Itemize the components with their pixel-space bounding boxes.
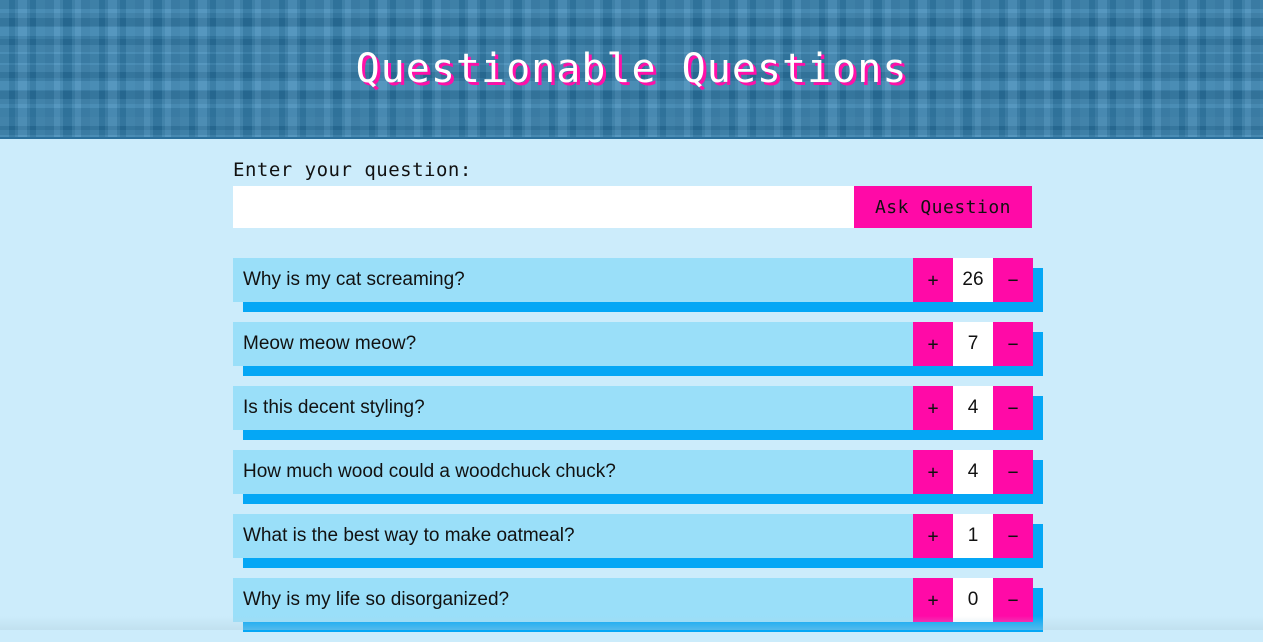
question-item: Is this decent styling? + 4 −: [233, 386, 1033, 430]
upvote-button[interactable]: +: [913, 514, 953, 558]
question-item: How much wood could a woodchuck chuck? +…: [233, 450, 1033, 494]
question-text: How much wood could a woodchuck chuck?: [243, 461, 616, 482]
question-item: What is the best way to make oatmeal? + …: [233, 514, 1033, 558]
question-input-label: Enter your question:: [233, 159, 472, 181]
vote-count: 4: [953, 450, 993, 494]
vote-count: 7: [953, 322, 993, 366]
question-list: Why is my cat screaming? + 26 − Meow meo…: [233, 258, 1043, 642]
vote-count: 4: [953, 386, 993, 430]
vote-controls: + 1 −: [913, 514, 1033, 558]
question-item: Why is my cat screaming? + 26 −: [233, 258, 1033, 302]
site-header: Questionable Questions: [0, 0, 1263, 139]
downvote-button[interactable]: −: [993, 578, 1033, 622]
downvote-button[interactable]: −: [993, 386, 1033, 430]
ask-question-button[interactable]: Ask Question: [854, 186, 1032, 228]
vote-controls: + 4 −: [913, 386, 1033, 430]
question-text: Meow meow meow?: [243, 333, 417, 354]
vote-count: 1: [953, 514, 993, 558]
question-item: Why is my life so disorganized? + 0 −: [233, 578, 1033, 622]
vote-controls: + 26 −: [913, 258, 1033, 302]
downvote-button[interactable]: −: [993, 450, 1033, 494]
question-input[interactable]: [233, 186, 854, 228]
vote-controls: + 4 −: [913, 450, 1033, 494]
downvote-button[interactable]: −: [993, 514, 1033, 558]
vote-count: 0: [953, 578, 993, 622]
question-text: What is the best way to make oatmeal?: [243, 525, 575, 546]
downvote-button[interactable]: −: [993, 322, 1033, 366]
upvote-button[interactable]: +: [913, 258, 953, 302]
vote-controls: + 7 −: [913, 322, 1033, 366]
upvote-button[interactable]: +: [913, 322, 953, 366]
upvote-button[interactable]: +: [913, 578, 953, 622]
vote-count: 26: [953, 258, 993, 302]
vote-controls: + 0 −: [913, 578, 1033, 622]
question-text: Why is my life so disorganized?: [243, 589, 510, 610]
page-title: Questionable Questions: [355, 46, 908, 92]
downvote-button[interactable]: −: [993, 258, 1033, 302]
question-text: Why is my cat screaming?: [243, 269, 465, 290]
question-item: Meow meow meow? + 7 −: [233, 322, 1033, 366]
question-text: Is this decent styling?: [243, 397, 425, 418]
upvote-button[interactable]: +: [913, 450, 953, 494]
upvote-button[interactable]: +: [913, 386, 953, 430]
